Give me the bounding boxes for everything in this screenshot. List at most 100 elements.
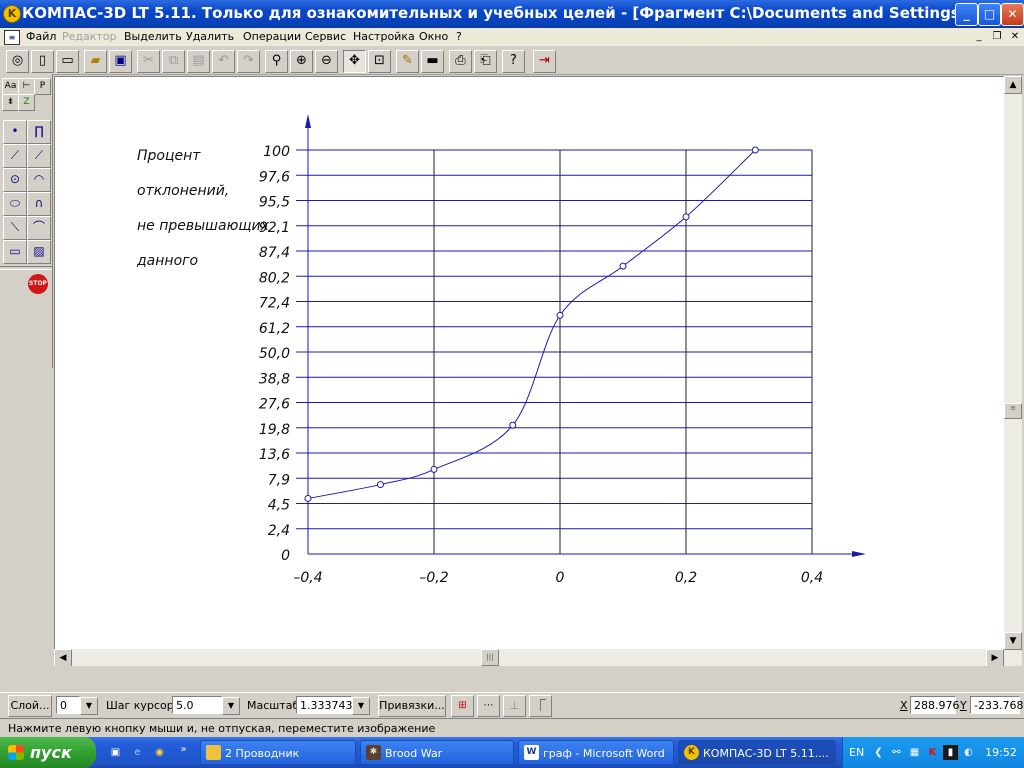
segment-icon[interactable]: ⟋ <box>3 144 27 168</box>
side-label-line: не превышающих <box>137 218 270 234</box>
scroll-right-button[interactable]: ▶ <box>986 649 1004 667</box>
cut-icon[interactable]: ✂ <box>137 50 160 73</box>
step-dropdown-icon[interactable]: ▼ <box>222 697 240 715</box>
edit-tab[interactable]: P <box>34 78 51 95</box>
data-point <box>556 311 564 319</box>
zoom-in-icon[interactable]: ⊕ <box>290 50 313 73</box>
media-player-icon[interactable]: ◉ <box>152 745 167 760</box>
task-word[interactable]: W граф - Microsoft Word <box>518 740 674 765</box>
horizontal-scrollbar[interactable]: ◀ ||| ▶ <box>54 649 1004 667</box>
minimize-button[interactable]: _ <box>955 3 978 26</box>
layer-button[interactable]: Слой... <box>8 695 52 717</box>
data-point <box>682 213 690 221</box>
exit-icon[interactable]: ⇥ <box>533 50 556 73</box>
menu-window[interactable]: Окно <box>419 28 448 46</box>
aux-line-icon[interactable]: ∏ <box>27 120 51 144</box>
mdi-minimize-button[interactable]: _ <box>972 30 986 43</box>
layer-dropdown-icon[interactable]: ▼ <box>80 697 98 715</box>
new-sheet-icon[interactable]: ▭ <box>56 50 79 73</box>
zoom-fit-icon[interactable]: ⊡ <box>368 50 391 73</box>
stop-icon[interactable]: STOP <box>28 274 48 294</box>
scale-field[interactable]: 1.333743 <box>296 696 353 714</box>
mdi-close-button[interactable]: ✕ <box>1008 30 1022 43</box>
task-kompas[interactable]: K КОМПАС-3D LT 5.11.... <box>678 740 836 765</box>
network-icon[interactable]: ⚯ <box>889 745 904 760</box>
display-icon[interactable]: ▬ <box>421 50 444 73</box>
print-icon[interactable]: ⎗ <box>474 50 497 73</box>
grid-icon[interactable]: ⋯ <box>477 695 500 717</box>
polyline-icon[interactable]: ⟋ <box>27 144 51 168</box>
menu-service[interactable]: Сервис <box>305 28 346 46</box>
copy-icon[interactable]: ⧉ <box>162 50 185 73</box>
layer-field[interactable]: 0 <box>56 696 80 714</box>
document-icon[interactable]: ≡ <box>4 30 20 45</box>
task-brood-war[interactable]: ✱ Brood War <box>360 740 514 765</box>
hatch-icon[interactable]: ▨ <box>27 240 51 264</box>
y-tick-label: 97,6 <box>259 169 290 185</box>
vertical-scrollbar[interactable]: ▲ ≡ ▼ <box>1004 76 1022 666</box>
regenerate-icon[interactable]: ✎ <box>396 50 419 73</box>
arc-icon[interactable]: ◠ <box>27 168 51 192</box>
measure-tab[interactable]: Z <box>18 94 35 111</box>
safely-remove-icon[interactable]: ▦ <box>907 745 922 760</box>
zoom-icon[interactable]: ⚲ <box>265 50 288 73</box>
menu-select[interactable]: Выделить <box>124 28 182 46</box>
spline-icon[interactable]: ∩ <box>27 192 51 216</box>
mdi-restore-button[interactable]: ❐ <box>990 30 1004 43</box>
zoom-out-icon[interactable]: ⊖ <box>315 50 338 73</box>
menu-file[interactable]: Файл <box>26 28 56 46</box>
more-icon[interactable]: » <box>176 742 191 757</box>
task-explorer[interactable]: 2 Проводник <box>200 740 356 765</box>
update-icon[interactable]: ◐ <box>961 745 976 760</box>
point-icon[interactable]: • <box>3 120 27 144</box>
show-desktop-icon[interactable]: ▣ <box>108 745 123 760</box>
circle-icon[interactable]: ⊙ <box>3 168 27 192</box>
kompas-icon[interactable]: K <box>3 5 21 23</box>
geometry-tab[interactable]: Aa <box>2 78 19 95</box>
new-doc-icon[interactable]: ▯ <box>31 50 54 73</box>
scroll-left-button[interactable]: ◀ <box>54 649 72 667</box>
menu-delete[interactable]: Удалить <box>186 28 234 46</box>
paste-icon[interactable]: ▤ <box>187 50 210 73</box>
local-cs-icon[interactable]: ⊥ <box>503 695 526 717</box>
system-tray: EN ❮ ⚯ ▦ K ▮ ◐ 19:52 <box>842 737 1024 768</box>
snap-toggle-icon[interactable]: ⊞ <box>451 695 474 717</box>
undo-icon[interactable]: ↶ <box>212 50 235 73</box>
dimensions-tab[interactable]: ⊢ <box>18 78 35 95</box>
start-button[interactable]: пуск <box>0 737 96 768</box>
ie-icon[interactable]: e <box>130 745 145 760</box>
param-tab[interactable]: ⇟ <box>2 94 19 111</box>
menu-help[interactable]: ? <box>456 28 462 46</box>
redo-icon[interactable]: ↷ <box>237 50 260 73</box>
save-icon[interactable]: ▣ <box>109 50 132 73</box>
open-icon[interactable]: ▰ <box>84 50 107 73</box>
menu-operations[interactable]: Операции <box>243 28 301 46</box>
tray-arrow-icon[interactable]: ❮ <box>871 745 886 760</box>
ellipse-icon[interactable]: ⬭ <box>3 192 27 216</box>
menu-editor[interactable]: Редактор <box>62 28 117 46</box>
help-icon[interactable]: ? <box>502 50 525 73</box>
language-indicator[interactable]: EN <box>849 745 864 760</box>
pan-icon[interactable]: ✥ <box>343 50 366 73</box>
snaps-button[interactable]: Привязки... <box>378 695 446 717</box>
menu-settings[interactable]: Настройка <box>353 28 415 46</box>
clock: 19:52 <box>985 746 1017 759</box>
maximize-button[interactable]: □ <box>978 3 1001 26</box>
print-preview-icon[interactable]: ⎙ <box>449 50 472 73</box>
drawing-canvas[interactable]: Процент отклонений, не превышающих данного … <box>54 76 1005 651</box>
antivirus-icon[interactable]: K <box>925 745 940 760</box>
rectangle-icon[interactable]: ▭ <box>3 240 27 264</box>
fillet-icon[interactable]: ⌒ <box>27 216 51 240</box>
ortho-icon[interactable]: ⎾ <box>529 695 552 717</box>
close-button[interactable]: ✕ <box>1001 3 1024 26</box>
compass-icon[interactable]: ◎ <box>6 50 29 73</box>
scale-dropdown-icon[interactable]: ▼ <box>352 697 370 715</box>
distribution-curve <box>307 149 756 499</box>
chamfer-icon[interactable]: ⟍ <box>3 216 27 240</box>
scroll-down-button[interactable]: ▼ <box>1004 632 1022 650</box>
volume-icon[interactable]: ▮ <box>943 745 958 760</box>
horizontal-scroll-thumb[interactable]: ||| <box>481 649 499 666</box>
step-field[interactable]: 5.0 <box>172 696 222 714</box>
vertical-scroll-thumb[interactable]: ≡ <box>1004 403 1022 419</box>
scroll-up-button[interactable]: ▲ <box>1004 76 1022 94</box>
